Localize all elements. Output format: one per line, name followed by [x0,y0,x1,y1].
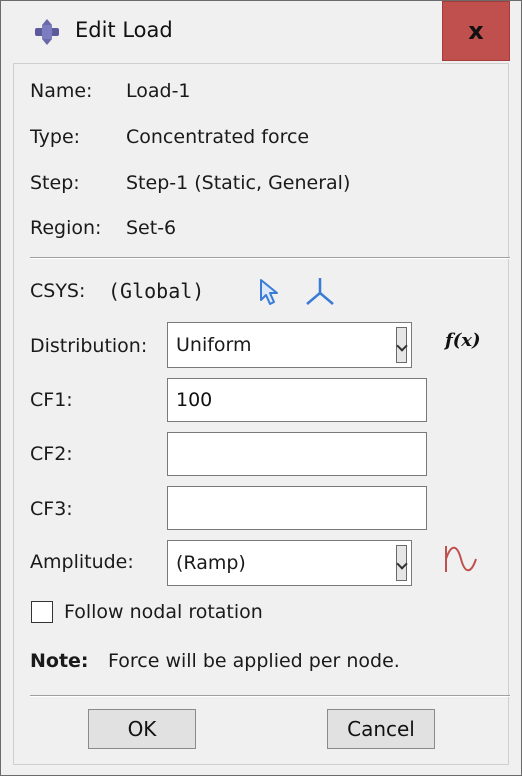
follow-nodal-rotation-checkbox[interactable] [31,601,53,623]
amplitude-value: (Ramp) [176,552,246,574]
close-icon: x [468,17,484,45]
follow-nodal-rotation-label[interactable]: Follow nodal rotation [64,601,263,623]
chevron-down-icon [396,327,407,363]
distribution-select[interactable]: Uniform [167,322,412,368]
cf2-label: CF2: [30,443,73,465]
csys-label: CSYS: [30,280,86,302]
distribution-value: Uniform [176,334,252,356]
load-icon [35,19,59,45]
function-fx-button[interactable]: f(x) [445,330,481,351]
region-value: Set-6 [126,217,177,239]
close-button[interactable]: x [442,1,510,61]
note-text: Force will be applied per node. [108,650,400,672]
region-label: Region: [30,217,102,239]
amplitude-wave-icon[interactable] [442,544,478,574]
select-arrow-icon[interactable] [258,278,282,306]
type-value: Concentrated force [126,126,310,148]
edit-load-dialog: Edit Load x Name: Load-1 Type: Concentra… [0,0,522,776]
distribution-label: Distribution: [30,335,148,357]
dialog-body: Name: Load-1 Type: Concentrated force St… [13,63,510,765]
cf1-input[interactable]: 100 [167,378,427,422]
divider-top [30,257,510,259]
amplitude-select[interactable]: (Ramp) [167,540,412,586]
cf3-input[interactable] [167,486,427,530]
note-label: Note: [30,650,89,672]
divider-bottom [30,695,510,697]
csys-axes-icon[interactable] [304,276,336,308]
window-title: Edit Load [75,18,173,42]
name-label: Name: [30,80,93,102]
title-bar: Edit Load x [1,1,521,63]
chevron-down-icon [396,545,407,581]
step-value: Step-1 (Static, General) [126,172,351,194]
cf3-label: CF3: [30,498,73,520]
amplitude-label: Amplitude: [30,551,134,573]
ok-button[interactable]: OK [88,709,196,749]
cancel-button[interactable]: Cancel [327,709,435,749]
type-label: Type: [30,126,81,148]
name-value: Load-1 [126,80,191,102]
cf1-label: CF1: [30,389,73,411]
step-label: Step: [30,172,80,194]
csys-value: (Global) [108,279,205,303]
cf2-input[interactable] [167,432,427,476]
